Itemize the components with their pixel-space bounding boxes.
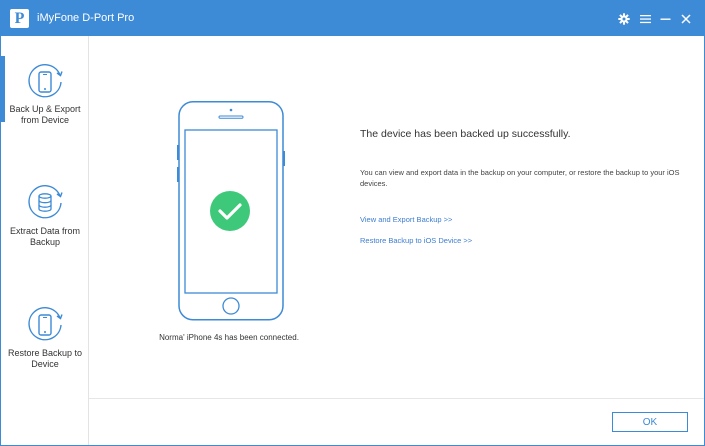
phone-backup-icon bbox=[28, 64, 63, 98]
sidebar-item-extract-data[interactable]: Extract Data from Backup bbox=[1, 154, 88, 264]
backup-success-description: You can view and export data in the back… bbox=[360, 168, 680, 188]
app-window: P iMyFone D-Port Pro Back Up & Export fr… bbox=[0, 0, 705, 446]
main-panel: Norma' iPhone 4s has been connected. The… bbox=[89, 36, 704, 445]
check-circle-icon bbox=[210, 191, 250, 231]
device-connected-message: Norma' iPhone 4s has been connected. bbox=[159, 333, 299, 342]
ok-button[interactable]: OK bbox=[612, 412, 688, 432]
app-logo: P bbox=[10, 9, 29, 28]
sidebar-item-label: Extract Data from Backup bbox=[9, 226, 81, 247]
iphone-illustration bbox=[177, 101, 285, 321]
sidebar-item-backup-export[interactable]: Back Up & Export from Device bbox=[1, 36, 88, 146]
restore-backup-link[interactable]: Restore Backup to iOS Device >> bbox=[360, 236, 472, 245]
sidebar-item-restore-backup[interactable]: Restore Backup to Device bbox=[1, 276, 88, 386]
minimize-button[interactable] bbox=[657, 11, 673, 27]
backup-success-title: The device has been backed up successful… bbox=[360, 128, 571, 140]
menu-button[interactable] bbox=[637, 11, 653, 27]
close-button[interactable] bbox=[678, 11, 694, 27]
settings-button[interactable] bbox=[616, 11, 632, 27]
sidebar-item-label: Back Up & Export from Device bbox=[9, 104, 81, 125]
footer-divider bbox=[89, 398, 704, 399]
view-export-backup-link[interactable]: View and Export Backup >> bbox=[360, 215, 452, 224]
title-bar: P iMyFone D-Port Pro bbox=[1, 1, 704, 36]
sidebar-item-label: Restore Backup to Device bbox=[7, 348, 83, 369]
menu-icon bbox=[639, 15, 651, 24]
minimize-icon bbox=[660, 18, 670, 20]
database-icon bbox=[28, 185, 63, 219]
close-icon bbox=[681, 14, 691, 24]
sidebar: Back Up & Export from Device Extract Dat… bbox=[1, 36, 89, 445]
phone-restore-icon bbox=[28, 307, 63, 341]
window-title: iMyFone D-Port Pro bbox=[37, 12, 135, 24]
gear-icon bbox=[618, 13, 630, 25]
